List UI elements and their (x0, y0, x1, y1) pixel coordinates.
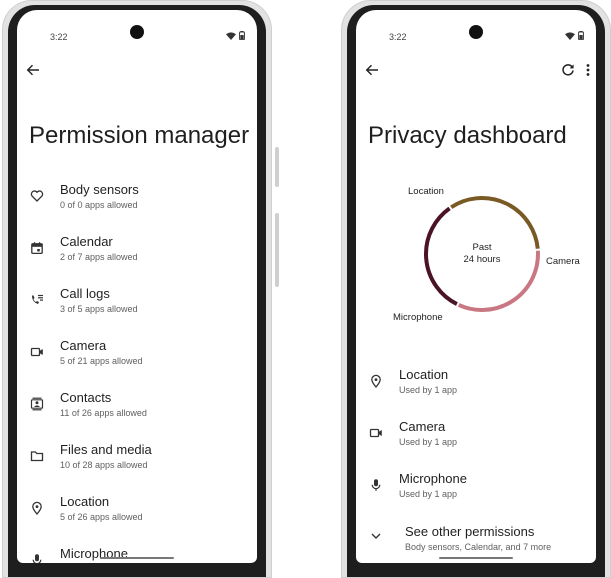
list-item-title: Contacts (60, 390, 112, 405)
list-item-subtitle: Used by 1 app (399, 489, 458, 499)
location-pin-icon (29, 500, 45, 516)
donut-center-line1: Past (472, 242, 492, 253)
list-item-location[interactable]: Location 5 of 26 apps allowed (17, 494, 257, 538)
battery-icon (239, 31, 245, 40)
see-other-text: See other permissions Body sensors, Cale… (405, 524, 551, 554)
list-item-title: Files and media (60, 442, 152, 457)
donut-label-camera: Camera (546, 256, 580, 267)
heart-icon (29, 188, 45, 204)
list-item-contacts[interactable]: Contacts 11 of 26 apps allowed (17, 390, 257, 434)
list-item-location[interactable]: Location Used by 1 app (356, 367, 596, 411)
list-item-title: Calendar (60, 234, 113, 249)
phone-chin (8, 563, 266, 577)
wifi-icon (226, 31, 236, 40)
donut-center-line2: 24 hours (463, 254, 501, 265)
list-item-camera[interactable]: Camera Used by 1 app (356, 419, 596, 463)
screen-privacy-dashboard: 3:22 Privacy dashboard Location Camera M… (356, 10, 596, 563)
donut-label-location: Location (408, 186, 444, 197)
list-item-title: Call logs (60, 286, 110, 301)
list-item-subtitle: Used by 1 app (399, 385, 458, 395)
phone-frame-left: 3:22 Permission manager Body sensors 0 of… (2, 0, 279, 578)
donut-label-microphone: Microphone (393, 312, 443, 323)
list-item-subtitle: 2 of 7 apps allowed (60, 252, 138, 262)
list-item-text: Camera Used by 1 app (399, 419, 457, 449)
list-item-calendar[interactable]: Calendar 2 of 7 apps allowed (17, 234, 257, 278)
status-bar: 3:22 (17, 10, 257, 42)
list-item-files-and-media[interactable]: Files and media 10 of 28 apps allowed (17, 442, 257, 486)
contacts-icon (29, 396, 45, 412)
calendar-icon (29, 240, 45, 256)
list-item-text: Microphone Used by 1 app (399, 471, 467, 501)
status-time: 3:22 (50, 32, 68, 42)
list-item-text: Body sensors 0 of 0 apps allowed (60, 182, 139, 212)
list-item-subtitle: 11 of 26 apps allowed (60, 408, 147, 418)
list-item-call-logs[interactable]: Call logs 3 of 5 apps allowed (17, 286, 257, 330)
back-button[interactable] (21, 58, 45, 82)
list-item-text: Call logs 3 of 5 apps allowed (60, 286, 138, 316)
see-other-title: See other permissions (405, 524, 535, 539)
list-item-text: Calendar 2 of 7 apps allowed (60, 234, 138, 264)
list-item-title: Location (399, 367, 449, 382)
microphone-icon (29, 552, 45, 563)
list-item-title: Microphone (60, 546, 128, 561)
list-item-title: Location (60, 494, 110, 509)
list-item-title: Camera (60, 338, 107, 353)
folder-icon (29, 448, 45, 464)
list-item-text: Contacts 11 of 26 apps allowed (60, 390, 147, 420)
list-item-subtitle: Used by 1 app (399, 437, 458, 447)
videocam-icon (368, 425, 384, 441)
list-item-title: Body sensors (60, 182, 139, 197)
phone-frame-right: 3:22 Privacy dashboard Location Camera M… (341, 0, 611, 578)
front-camera (130, 25, 144, 39)
list-item-text: Location Used by 1 app (399, 367, 457, 397)
see-other-subtitle: Body sensors, Calendar, and 7 more (405, 542, 552, 552)
list-item-microphone[interactable]: Microphone (17, 546, 257, 563)
list-item-camera[interactable]: Camera 5 of 21 apps allowed (17, 338, 257, 382)
location-pin-icon (368, 373, 384, 389)
list-item-subtitle: 5 of 21 apps allowed (60, 356, 143, 366)
list-item-subtitle: 3 of 5 apps allowed (60, 304, 138, 314)
phone-bezel: 3:22 Permission manager Body sensors 0 of… (8, 5, 266, 577)
phone-chin (347, 563, 605, 577)
list-item-subtitle: 5 of 26 apps allowed (60, 512, 143, 522)
call-log-icon (29, 292, 45, 308)
list-item-subtitle: 0 of 0 apps allowed (60, 200, 138, 210)
gesture-nav-handle[interactable] (439, 557, 513, 559)
arrow-back-icon (26, 64, 39, 76)
screen-permission-manager: 3:22 Permission manager Body sensors 0 of… (17, 10, 257, 563)
donut-center-text: Past 24 hours (450, 242, 514, 266)
list-item-microphone[interactable]: Microphone Used by 1 app (356, 471, 596, 515)
list-item-body-sensors[interactable]: Body sensors 0 of 0 apps allowed (17, 182, 257, 226)
microphone-icon (368, 477, 384, 493)
list-item-title: Microphone (399, 471, 467, 486)
list-item-text: Files and media 10 of 28 apps allowed (60, 442, 152, 472)
power-button (275, 147, 279, 187)
expand-icon (368, 528, 384, 544)
list-item-text: Location 5 of 26 apps allowed (60, 494, 143, 524)
videocam-icon (29, 344, 45, 360)
page-title: Permission manager (29, 122, 250, 149)
gesture-nav-handle[interactable] (100, 557, 174, 559)
status-icons (226, 31, 245, 40)
phone-bezel: 3:22 Privacy dashboard Location Camera M… (347, 5, 605, 577)
list-item-title: Camera (399, 419, 446, 434)
list-item-subtitle: 10 of 28 apps allowed (60, 460, 148, 470)
list-item-text: Camera 5 of 21 apps allowed (60, 338, 143, 368)
volume-button (275, 213, 279, 287)
list-item-text: Microphone (60, 546, 128, 562)
